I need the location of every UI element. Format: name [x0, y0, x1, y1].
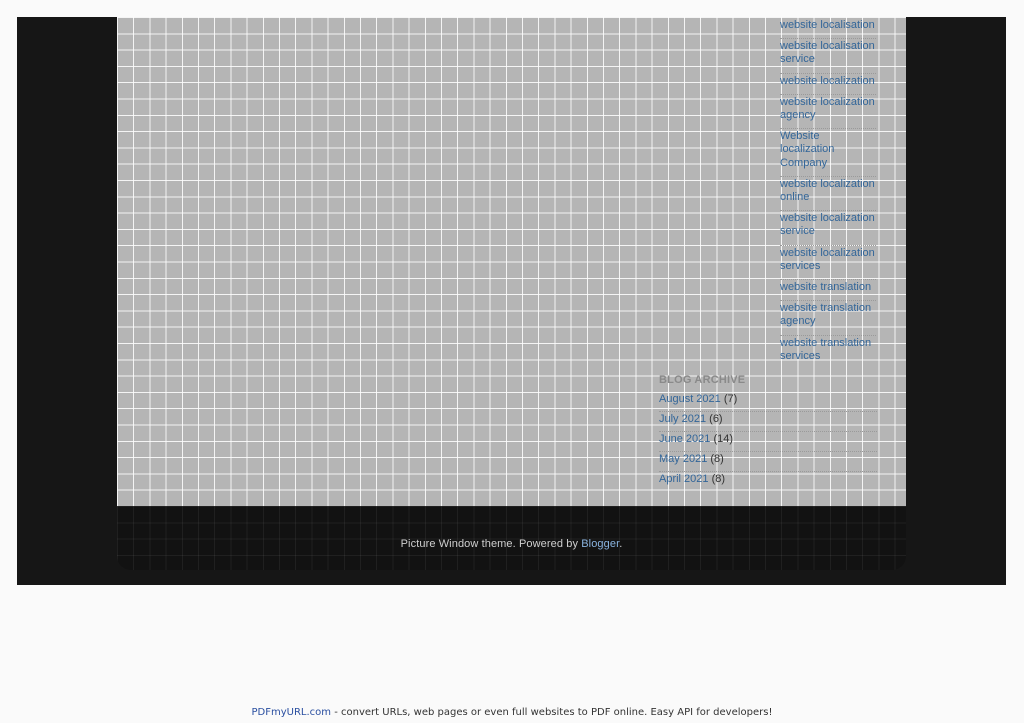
footer: Picture Window theme. Powered by Blogger…: [117, 506, 906, 570]
list-item: website localization services: [780, 247, 876, 281]
archive-count: (8): [710, 453, 724, 465]
page: website localisation website localisatio…: [0, 0, 1024, 723]
label-link[interactable]: website localisation: [780, 19, 875, 31]
labels-list: website localisation website localisatio…: [780, 19, 876, 370]
label-link[interactable]: website localization services: [780, 247, 875, 272]
list-item: website localization: [780, 75, 876, 95]
list-item: June 2021 (14): [659, 433, 877, 452]
list-item: Website localization Company: [780, 130, 876, 177]
pdf-banner-text: - convert URLs, web pages or even full w…: [331, 707, 773, 718]
archive-list: August 2021 (7) July 2021 (6) June 2021 …: [659, 393, 877, 491]
label-link[interactable]: website localization: [780, 75, 875, 87]
list-item: website localization agency: [780, 96, 876, 130]
list-item: website localization service: [780, 212, 876, 246]
archive-month-link[interactable]: July 2021: [659, 413, 706, 425]
label-link[interactable]: website localization online: [780, 178, 875, 203]
label-link[interactable]: website localisation service: [780, 40, 875, 65]
label-link[interactable]: website translation agency: [780, 302, 871, 327]
blogger-link[interactable]: Blogger: [581, 538, 619, 550]
list-item: website translation agency: [780, 302, 876, 336]
list-item: August 2021 (7): [659, 393, 877, 412]
archive-count: (6): [709, 413, 723, 425]
list-item: April 2021 (8): [659, 473, 877, 491]
archive-count: (14): [713, 433, 734, 445]
list-item: website translation services: [780, 337, 876, 369]
archive-month-link[interactable]: June 2021: [659, 433, 710, 445]
list-item: website localisation service: [780, 40, 876, 74]
footer-attribution: Picture Window theme. Powered by Blogger…: [117, 538, 906, 550]
footer-prefix: Picture Window theme. Powered by: [400, 538, 582, 550]
blog-archive-title: BLOG ARCHIVE: [659, 374, 746, 386]
label-link[interactable]: website localization service: [780, 212, 875, 237]
list-item: website translation: [780, 281, 876, 302]
list-item: website localization online: [780, 178, 876, 212]
label-link[interactable]: Website localization Company: [780, 130, 834, 168]
blog-archive: BLOG ARCHIVE August 2021 (7) July 2021 (…: [659, 374, 877, 492]
pdfmyurl-link[interactable]: PDFmyURL.com: [252, 707, 332, 718]
archive-month-link[interactable]: April 2021: [659, 473, 709, 485]
archive-month-link[interactable]: May 2021: [659, 453, 707, 465]
list-item: May 2021 (8): [659, 453, 877, 472]
archive-month-link[interactable]: August 2021: [659, 393, 721, 405]
archive-count: (8): [711, 473, 726, 485]
list-item: website localisation: [780, 19, 876, 40]
footer-suffix: .: [619, 538, 623, 550]
pdf-banner: PDFmyURL.com - convert URLs, web pages o…: [0, 707, 1024, 718]
label-link[interactable]: website translation: [780, 281, 871, 293]
list-item: July 2021 (6): [659, 413, 877, 432]
label-link[interactable]: website translation services: [780, 337, 871, 362]
label-link[interactable]: website localization agency: [780, 96, 875, 121]
archive-count: (7): [723, 393, 738, 405]
